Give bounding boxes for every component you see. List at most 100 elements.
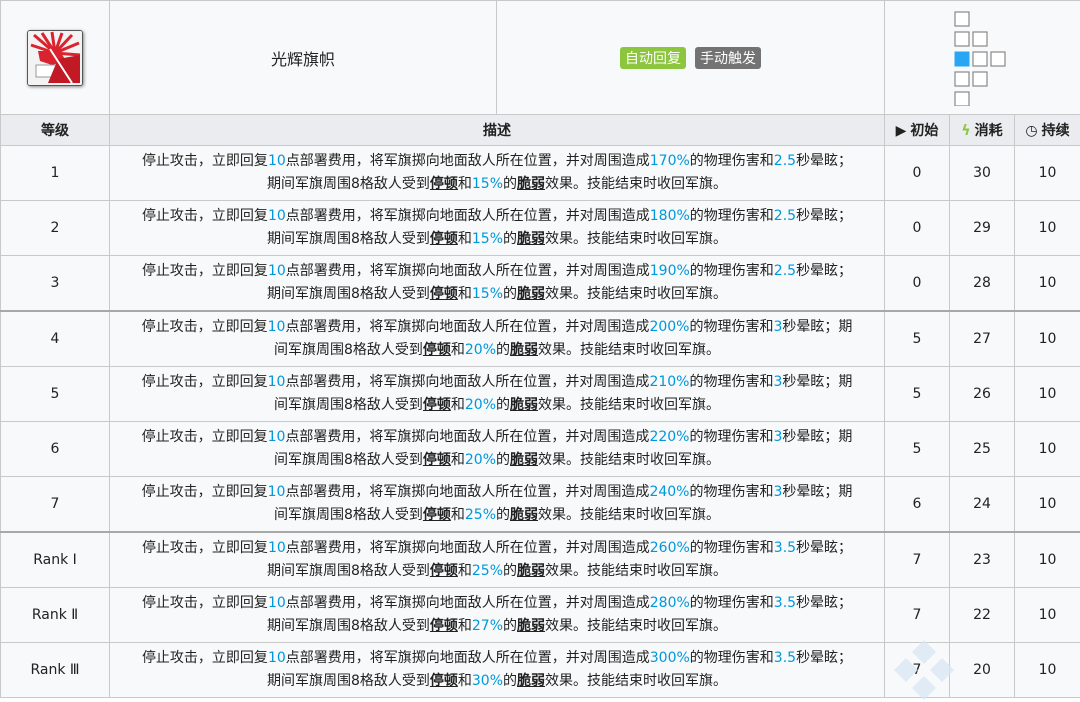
desc-value: 2.5 xyxy=(773,153,797,169)
range-grid-icon xyxy=(953,10,1006,107)
desc-term-link[interactable]: 停顿 xyxy=(423,397,451,413)
column-header-row: 等级 描述 ▶ 初始 ϟ 消耗 ◷ 持续 xyxy=(0,114,1080,146)
desc-text: 的物理伤害和 xyxy=(689,429,774,445)
table-row: Rank Ⅰ 停止攻击，立即回复10点部署费用，将军旗掷向地面敌人所在位置，并对周… xyxy=(0,531,1080,588)
level-cell: 7 xyxy=(0,476,110,533)
col-init: ▶ 初始 xyxy=(884,114,950,146)
desc-term-link[interactable]: 停顿 xyxy=(430,176,458,192)
desc-term-link[interactable]: 脆弱 xyxy=(517,231,545,247)
trigger-type-tag: 手动触发 xyxy=(695,46,762,69)
level-cell: Rank Ⅲ xyxy=(0,642,110,698)
desc-text: 期间军旗周围8格敌人受到 xyxy=(266,618,430,634)
desc-text: 点部署费用，将军旗掷向地面敌人所在位置，并对周围造成 xyxy=(285,540,650,556)
init-sp-cell: 7 xyxy=(884,531,950,588)
sp-cost-cell: 22 xyxy=(949,587,1015,643)
init-sp-cell: 6 xyxy=(884,476,950,533)
desc-term-link[interactable]: 脆弱 xyxy=(510,342,538,358)
desc-text: 和 xyxy=(457,563,472,579)
desc-term-link[interactable]: 脆弱 xyxy=(510,507,538,523)
desc-value: 190% xyxy=(649,263,690,279)
desc-value: 240% xyxy=(649,484,690,500)
desc-text: 的物理伤害和 xyxy=(689,153,774,169)
desc-text: 的 xyxy=(503,673,518,689)
desc-text: 的物理伤害和 xyxy=(689,374,774,390)
desc-term-link[interactable]: 脆弱 xyxy=(510,397,538,413)
desc-text: 秒晕眩； xyxy=(796,153,853,169)
desc-text: 期间军旗周围8格敌人受到 xyxy=(266,286,430,302)
attack-range xyxy=(883,0,1080,115)
description-cell: 停止攻击，立即回复10点部署费用，将军旗掷向地面敌人所在位置，并对周围造成200… xyxy=(109,310,885,367)
desc-text: 秒晕眩；期 xyxy=(782,319,853,335)
desc-term-link[interactable]: 停顿 xyxy=(423,342,451,358)
desc-text: 和 xyxy=(457,618,472,634)
skill-header-row: 光辉旗帜 自动回复 手动触发 xyxy=(0,0,1080,115)
desc-term-link[interactable]: 脆弱 xyxy=(517,618,545,634)
desc-value: 260% xyxy=(649,540,690,556)
desc-text: 点部署费用，将军旗掷向地面敌人所在位置，并对周围造成 xyxy=(285,319,650,335)
desc-text: 和 xyxy=(457,176,472,192)
desc-value: 10 xyxy=(267,374,286,390)
desc-text: 效果。技能结束时收回军旗。 xyxy=(545,673,728,689)
desc-text: 点部署费用，将军旗掷向地面敌人所在位置，并对周围造成 xyxy=(285,263,650,279)
desc-value: 210% xyxy=(649,374,690,390)
desc-term-link[interactable]: 停顿 xyxy=(423,452,451,468)
skill-tags: 自动回复 手动触发 xyxy=(496,0,885,115)
desc-text: 停止攻击，立即回复 xyxy=(141,650,268,666)
description-cell: 停止攻击，立即回复10点部署费用，将军旗掷向地面敌人所在位置，并对周围造成300… xyxy=(109,642,885,698)
table-row: Rank Ⅱ 停止攻击，立即回复10点部署费用，将军旗掷向地面敌人所在位置，并对周… xyxy=(0,587,1080,643)
desc-text: 效果。技能结束时收回军旗。 xyxy=(545,231,728,247)
level-cell: 6 xyxy=(0,421,110,477)
desc-value: 20% xyxy=(464,452,497,468)
desc-value: 10 xyxy=(267,263,286,279)
desc-term-link[interactable]: 脆弱 xyxy=(517,286,545,302)
init-sp-cell: 7 xyxy=(884,642,950,698)
col-level: 等级 xyxy=(0,114,110,146)
desc-term-link[interactable]: 停顿 xyxy=(430,563,458,579)
desc-term-link[interactable]: 脆弱 xyxy=(510,452,538,468)
sp-cost-cell: 23 xyxy=(949,531,1015,588)
sp-cost-cell: 27 xyxy=(949,310,1015,367)
duration-cell: 10 xyxy=(1013,366,1080,422)
desc-text: 停止攻击，立即回复 xyxy=(141,484,268,500)
desc-value: 3.5 xyxy=(773,650,797,666)
desc-text: 秒晕眩；期 xyxy=(782,484,853,500)
desc-value: 25% xyxy=(464,507,497,523)
table-row: 3 停止攻击，立即回复10点部署费用，将军旗掷向地面敌人所在位置，并对周围造成19… xyxy=(0,255,1080,312)
desc-term-link[interactable]: 脆弱 xyxy=(517,563,545,579)
desc-text: 的物理伤害和 xyxy=(689,650,774,666)
level-cell: 3 xyxy=(0,255,110,312)
desc-text: 秒晕眩； xyxy=(796,595,853,611)
duration-cell: 10 xyxy=(1013,310,1080,367)
desc-text: 的 xyxy=(496,342,511,358)
desc-value: 10 xyxy=(267,208,286,224)
table-row: 2 停止攻击，立即回复10点部署费用，将军旗掷向地面敌人所在位置，并对周围造成18… xyxy=(0,200,1080,256)
desc-text: 点部署费用，将军旗掷向地面敌人所在位置，并对周围造成 xyxy=(285,208,650,224)
level-cell: Rank Ⅱ xyxy=(0,587,110,643)
desc-text: 停止攻击，立即回复 xyxy=(141,263,268,279)
table-row: 7 停止攻击，立即回复10点部署费用，将军旗掷向地面敌人所在位置，并对周围造成24… xyxy=(0,476,1080,533)
duration-cell: 10 xyxy=(1013,145,1080,201)
sp-cost-cell: 30 xyxy=(949,145,1015,201)
desc-term-link[interactable]: 停顿 xyxy=(423,507,451,523)
description-cell: 停止攻击，立即回复10点部署费用，将军旗掷向地面敌人所在位置，并对周围造成170… xyxy=(109,145,885,201)
desc-text: 效果。技能结束时收回军旗。 xyxy=(545,286,728,302)
level-cell: 2 xyxy=(0,200,110,256)
col-desc: 描述 xyxy=(109,114,885,146)
desc-term-link[interactable]: 停顿 xyxy=(430,286,458,302)
desc-term-link[interactable]: 脆弱 xyxy=(517,673,545,689)
desc-text: 停止攻击，立即回复 xyxy=(141,153,268,169)
sp-cost-cell: 26 xyxy=(949,366,1015,422)
desc-text: 效果。技能结束时收回军旗。 xyxy=(538,452,721,468)
sp-cost-cell: 28 xyxy=(949,255,1015,312)
lightning-icon: ϟ xyxy=(961,123,971,139)
desc-term-link[interactable]: 停顿 xyxy=(430,231,458,247)
desc-text: 的物理伤害和 xyxy=(689,540,774,556)
desc-value: 30% xyxy=(471,673,504,689)
desc-text: 和 xyxy=(457,231,472,247)
desc-term-link[interactable]: 停顿 xyxy=(430,673,458,689)
flag-icon xyxy=(27,29,83,86)
desc-text: 的物理伤害和 xyxy=(689,263,774,279)
desc-value: 170% xyxy=(649,153,690,169)
desc-term-link[interactable]: 脆弱 xyxy=(517,176,545,192)
desc-term-link[interactable]: 停顿 xyxy=(430,618,458,634)
